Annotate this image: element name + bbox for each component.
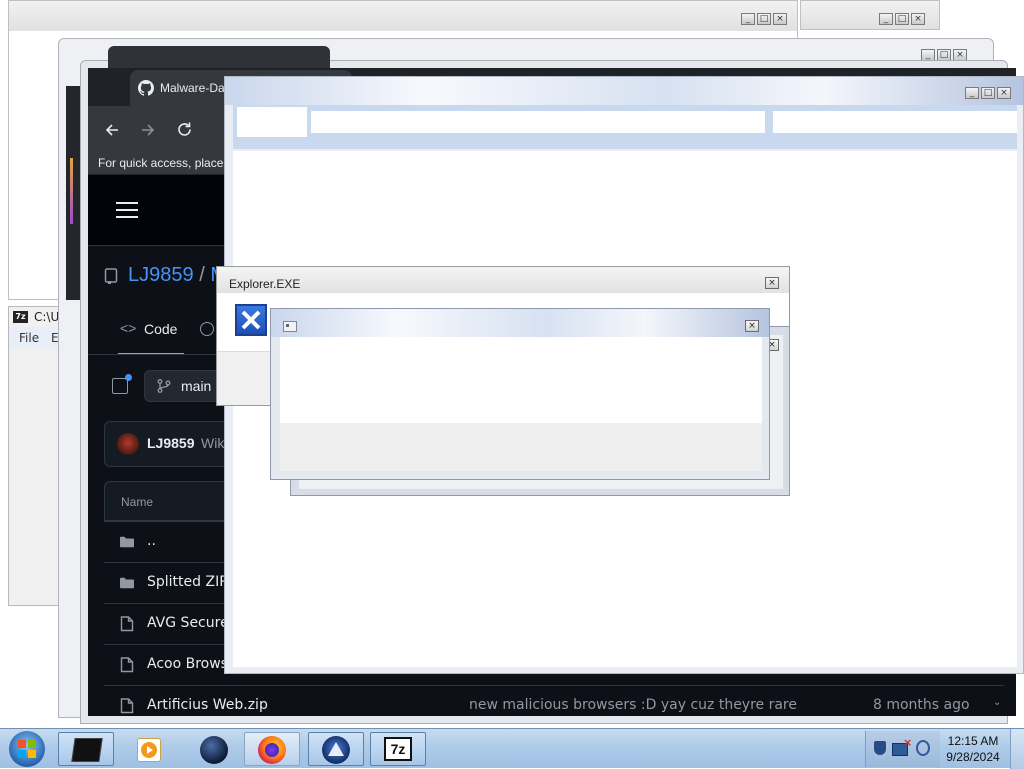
tab-code[interactable]: <> Code — [118, 313, 184, 355]
file-tree-toggle-icon[interactable] — [112, 374, 132, 394]
commit-message[interactable]: Wik — [201, 435, 224, 451]
maximize-button[interactable]: □ — [757, 13, 771, 25]
code-icon: <> — [120, 320, 137, 336]
file-icon — [120, 616, 134, 632]
tab-code-label: Code — [144, 321, 178, 337]
scrollbar-track[interactable]: ⌄ — [988, 690, 1008, 716]
taskbar-item-media-player[interactable] — [120, 732, 176, 766]
terminal-icon — [71, 738, 103, 762]
system-tray: × — [865, 731, 940, 767]
tray-shield-icon[interactable] — [874, 741, 886, 755]
windows-logo-icon — [18, 740, 36, 758]
address-field[interactable] — [311, 111, 765, 133]
maximize-button[interactable]: □ — [981, 87, 995, 99]
blank-window-box-1[interactable] — [237, 107, 307, 137]
avatar[interactable] — [117, 433, 139, 455]
back-icon[interactable] — [104, 122, 120, 138]
close-button[interactable]: × — [773, 13, 787, 25]
hamburger-menu-icon[interactable] — [116, 202, 138, 218]
repo-separator: / — [199, 264, 205, 286]
forward-icon[interactable] — [140, 122, 156, 138]
taskbar-item-terminal[interactable] — [58, 732, 114, 766]
app-icon — [283, 321, 297, 332]
issues-icon[interactable] — [200, 322, 214, 336]
file-name[interactable]: .. — [147, 533, 156, 549]
file-name[interactable]: Artificius Web.zip — [147, 697, 268, 713]
dialog-front-body — [280, 337, 762, 423]
close-button[interactable]: × — [997, 87, 1011, 99]
file-icon — [120, 698, 134, 714]
blank-window-titlebar — [225, 77, 1023, 105]
bookmarks-hint: For quick access, place y — [98, 156, 233, 170]
clock-date: 9/28/2024 — [946, 750, 1000, 764]
close-button[interactable]: × — [911, 13, 925, 25]
close-button[interactable]: × — [745, 320, 759, 332]
background-window-2[interactable]: _ □ × — [800, 0, 940, 30]
sevenzip-taskbar-icon: 7z — [384, 737, 412, 761]
close-button[interactable]: × — [765, 277, 779, 289]
file-name[interactable]: Splitted ZIPs — [147, 574, 235, 590]
github-icon — [138, 80, 154, 96]
media-player-icon — [137, 738, 161, 762]
search-field[interactable] — [773, 111, 1017, 133]
browser-tab-title: Malware-Da — [160, 81, 225, 95]
folder-icon — [120, 536, 134, 548]
taskbar-item-7zip[interactable]: 7z — [370, 732, 426, 766]
file-icon — [120, 657, 134, 673]
commit-age: 8 months ago — [873, 697, 970, 713]
clock[interactable]: 12:15 AM 9/28/2024 — [944, 733, 1002, 765]
network-error-icon: × — [903, 736, 913, 749]
clock-time: 12:15 AM — [947, 734, 999, 748]
taskbar: 7z × 12:15 AM 9/28/2024 — [0, 728, 1024, 769]
globe-icon — [200, 736, 228, 764]
minimize-button[interactable]: _ — [965, 87, 979, 99]
file-name[interactable]: AVG Secure — [147, 615, 229, 631]
name-column-header: Name — [121, 495, 154, 509]
menu-file[interactable]: File — [19, 331, 39, 345]
repo-breadcrumb: LJ9859 / M — [128, 264, 227, 287]
reload-icon[interactable] — [176, 121, 193, 138]
minimize-button[interactable]: _ — [741, 13, 755, 25]
show-desktop-button[interactable] — [1010, 729, 1024, 769]
branch-icon — [157, 379, 171, 393]
branch-name: main — [181, 378, 212, 394]
commit-user[interactable]: LJ9859 — [147, 435, 194, 451]
taskbar-item-globe[interactable] — [185, 732, 241, 766]
start-button[interactable] — [6, 729, 48, 769]
volume-icon[interactable] — [916, 740, 930, 756]
dialog-front-footer — [280, 423, 762, 471]
repo-icon — [104, 268, 118, 284]
repo-owner-link[interactable]: LJ9859 — [128, 264, 194, 286]
commit-message[interactable]: new malicious browsers :D yay cuz theyre… — [469, 697, 797, 713]
explorer-dialog-titlebar: Explorer.EXE — [217, 267, 789, 293]
maximize-button[interactable]: □ — [895, 13, 909, 25]
taskbar-item-firefox[interactable] — [244, 732, 300, 766]
table-row[interactable]: Artificius Web.zip new malicious browser… — [104, 685, 1004, 716]
sevenzip-icon: 7z — [13, 311, 28, 323]
folder-icon — [120, 577, 134, 589]
dialog-front-titlebar — [271, 309, 769, 337]
minimize-button[interactable]: _ — [879, 13, 893, 25]
background-sidebar-strip — [66, 86, 80, 300]
background-accent-strip — [70, 158, 73, 224]
dialog-front[interactable]: × — [270, 308, 770, 480]
taskbar-item-app[interactable] — [308, 732, 364, 766]
error-icon — [235, 304, 267, 336]
scroll-down-icon[interactable]: ⌄ — [993, 697, 1001, 708]
explorer-dialog-title: Explorer.EXE — [229, 277, 301, 291]
background-tab-dark — [108, 46, 330, 68]
